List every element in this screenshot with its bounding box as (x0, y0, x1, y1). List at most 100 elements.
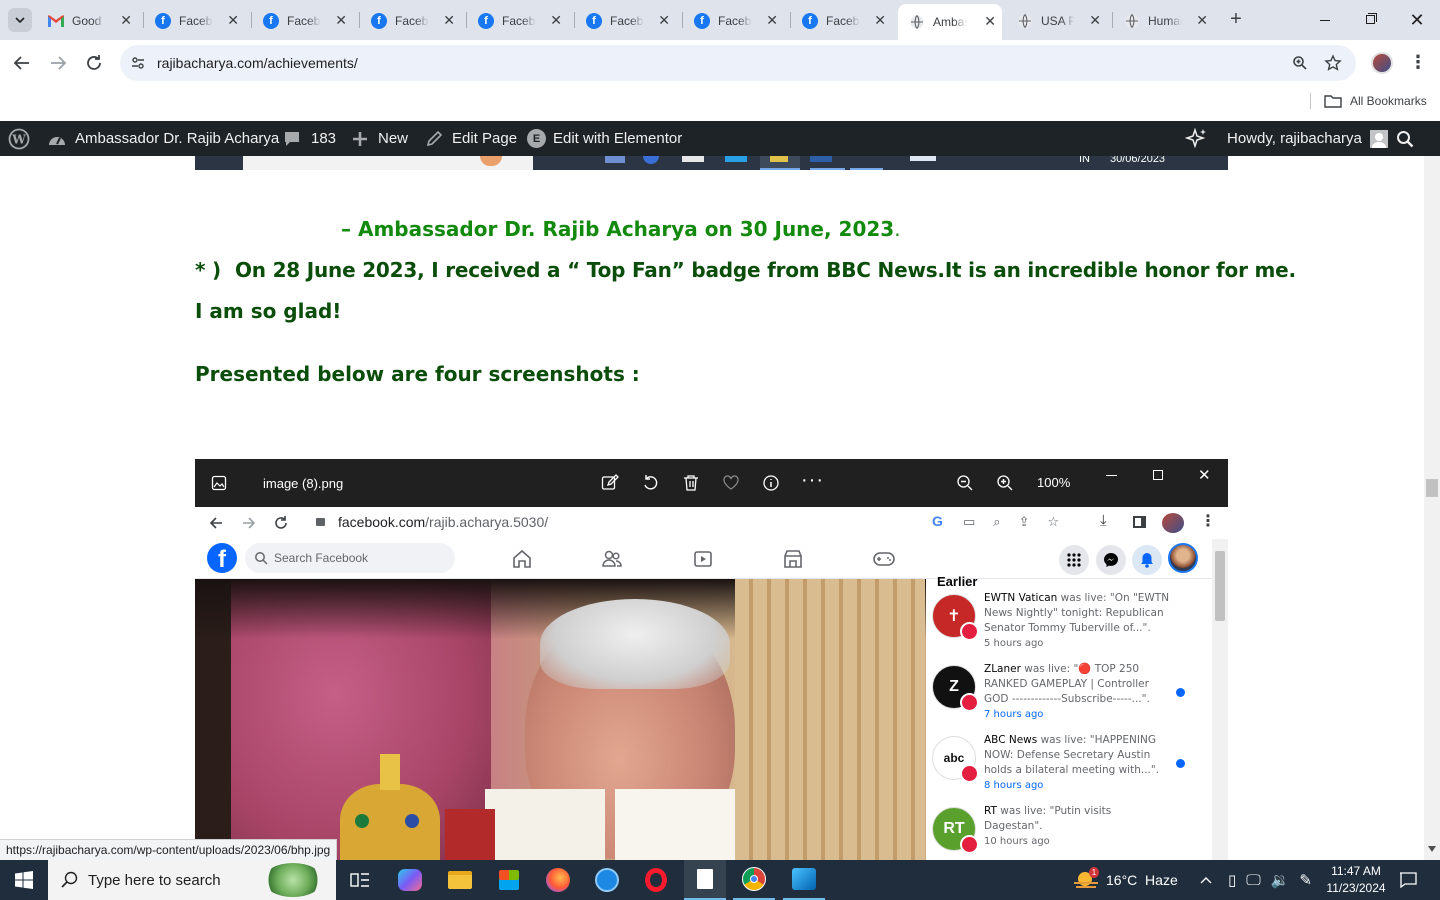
taskbar-photos[interactable] (783, 860, 825, 900)
close-tab-icon[interactable]: ✕ (335, 12, 347, 29)
viewer-close[interactable]: ✕ (1198, 466, 1211, 484)
wp-site-name[interactable]: Ambassador Dr. Rajib Acharya (47, 121, 279, 156)
weather-widget[interactable]: 1 16°C Haze (1074, 860, 1184, 900)
delete-icon[interactable] (682, 474, 700, 492)
browser-tab[interactable]: f Facebo ✕ (147, 8, 245, 34)
address-url[interactable]: rajibacharya.com/achievements/ (157, 55, 358, 71)
close-tab-icon[interactable]: ✕ (984, 13, 996, 30)
minimize-button[interactable] (1310, 8, 1340, 32)
all-bookmarks-button[interactable]: All Bookmarks (1324, 91, 1427, 111)
copilot-icon (398, 869, 422, 891)
browser-tab[interactable]: f Facebo ✕ (255, 8, 353, 34)
wp-edit-elementor[interactable]: E Edit with Elementor (527, 121, 682, 156)
taskbar-chrome[interactable] (733, 860, 775, 900)
browser-tab[interactable]: f Facebo ✕ (363, 8, 461, 34)
viewer-restore[interactable] (1153, 470, 1163, 480)
browser-menu-button[interactable]: ⋮ (1408, 52, 1428, 74)
fb-menu-button[interactable] (1059, 545, 1089, 575)
fb-profile-avatar[interactable] (1168, 543, 1198, 573)
notification-item[interactable]: ✝ EWTN Vatican was live: "On "EWTN News N… (932, 591, 1190, 657)
browser-tab[interactable]: f Facebo ✕ (578, 8, 676, 34)
reload-button[interactable] (82, 51, 106, 75)
browser-tab[interactable]: Ambas ✕ (898, 4, 1002, 40)
close-tab-icon[interactable]: ✕ (227, 12, 239, 29)
wp-logo-button[interactable]: W (8, 121, 30, 156)
scrollbar-thumb[interactable] (1426, 479, 1438, 497)
browser-tab[interactable]: Good ✕ (40, 8, 138, 34)
taskbar-firefox[interactable] (538, 860, 578, 900)
browser-tab[interactable]: f Facebo ✕ (470, 8, 568, 34)
edit-page-label: Edit Page (452, 130, 518, 147)
fb-notifications-button[interactable] (1132, 545, 1162, 575)
site-info-icon[interactable] (130, 55, 146, 71)
zoom-out-icon[interactable] (956, 474, 974, 492)
fb-messenger-button[interactable] (1096, 545, 1126, 575)
back-button[interactable] (10, 51, 34, 75)
new-tab-button[interactable]: + (1224, 8, 1248, 32)
fb-friends-icon[interactable] (601, 548, 623, 570)
zoom-icon[interactable] (1292, 55, 1308, 71)
more-options-icon[interactable]: ··· (801, 469, 824, 492)
taskbar-search[interactable]: Type here to search (48, 860, 336, 900)
elementor-icon: E (527, 129, 546, 148)
address-bar[interactable]: rajibacharya.com/achievements/ (120, 45, 1356, 81)
taskbar-file-explorer[interactable] (440, 860, 480, 900)
close-tab-icon[interactable]: ✕ (550, 12, 562, 29)
page-scrollbar[interactable] (1424, 156, 1440, 860)
close-tab-icon[interactable]: ✕ (1196, 12, 1208, 29)
edit-image-icon[interactable] (601, 474, 619, 492)
close-tab-icon[interactable]: ✕ (120, 12, 132, 29)
zoom-in-icon[interactable] (996, 474, 1014, 492)
browser-tab[interactable]: USA P ✕ (1009, 8, 1107, 34)
wp-ai-button[interactable] (1185, 121, 1209, 156)
taskbar-copilot[interactable] (390, 860, 430, 900)
restore-button[interactable] (1356, 8, 1386, 32)
wp-new-content[interactable]: New (352, 121, 408, 156)
close-tab-icon[interactable]: ✕ (658, 12, 670, 29)
notification-item[interactable]: abc ABC News was live: "HAPPENING NOW: De… (932, 733, 1190, 799)
browser-tab[interactable]: f Facebo ✕ (794, 8, 892, 34)
viewer-minimize[interactable] (1106, 475, 1117, 476)
profile-avatar[interactable] (1371, 52, 1393, 74)
forward-button[interactable] (46, 51, 70, 75)
bookmark-star-icon[interactable] (1324, 54, 1342, 72)
taskbar-store[interactable] (489, 860, 529, 900)
close-tab-icon[interactable]: ✕ (1089, 12, 1101, 29)
close-tab-icon[interactable]: ✕ (443, 12, 455, 29)
facebook-search[interactable]: Search Facebook (245, 543, 455, 573)
fb-video-frame[interactable] (195, 579, 926, 860)
reload-icon (87, 55, 101, 70)
notification-item[interactable]: RT RT was live: "Putin visits Dagestan". 1… (932, 804, 1190, 860)
task-view-button[interactable] (340, 860, 380, 900)
wp-search-button[interactable] (1396, 121, 1414, 156)
notification-time: 10 hours ago (984, 836, 1050, 847)
fb-marketplace-icon[interactable] (782, 548, 804, 570)
info-icon[interactable] (762, 474, 780, 492)
start-button[interactable] (0, 860, 48, 900)
taskbar-clock[interactable]: 11:47 AM 11/23/2024 (1322, 863, 1390, 897)
browser-tab[interactable]: Human ✕ (1116, 8, 1214, 34)
close-window-button[interactable]: ✕ (1402, 6, 1432, 34)
embedded-screenshot[interactable]: image (8).png ··· 100% ✕ facebook.com/ra… (195, 459, 1228, 860)
taskbar-app-blue[interactable] (587, 860, 627, 900)
scroll-down-arrow[interactable] (1428, 846, 1436, 852)
wp-my-account[interactable]: Howdy, rajibacharya (1227, 121, 1388, 156)
taskbar-notepad[interactable] (684, 860, 726, 900)
notification-item[interactable]: Z ZLaner was live: "🔴 TOP 250 RANKED GAME… (932, 662, 1190, 728)
taskbar-opera[interactable] (636, 860, 676, 900)
fb-watch-icon[interactable] (692, 548, 714, 570)
tab-search-button[interactable] (8, 8, 32, 32)
show-hidden-icons[interactable] (1196, 860, 1216, 900)
fb-home-icon[interactable] (511, 548, 533, 570)
wp-comments[interactable]: 183 (283, 121, 336, 156)
notification-center[interactable] (1392, 860, 1424, 900)
fb-gaming-icon[interactable] (872, 548, 896, 570)
close-tab-icon[interactable]: ✕ (874, 12, 886, 29)
tray-icons[interactable]: ▯ 🖵 🔉 ✎ (1220, 860, 1320, 900)
rotate-icon[interactable] (642, 474, 660, 492)
fb-scrollbar[interactable] (1212, 539, 1228, 860)
close-tab-icon[interactable]: ✕ (766, 12, 778, 29)
browser-tab[interactable]: f Facebo ✕ (686, 8, 784, 34)
wp-edit-page[interactable]: Edit Page (426, 121, 517, 156)
favorite-heart-icon[interactable] (722, 474, 740, 492)
